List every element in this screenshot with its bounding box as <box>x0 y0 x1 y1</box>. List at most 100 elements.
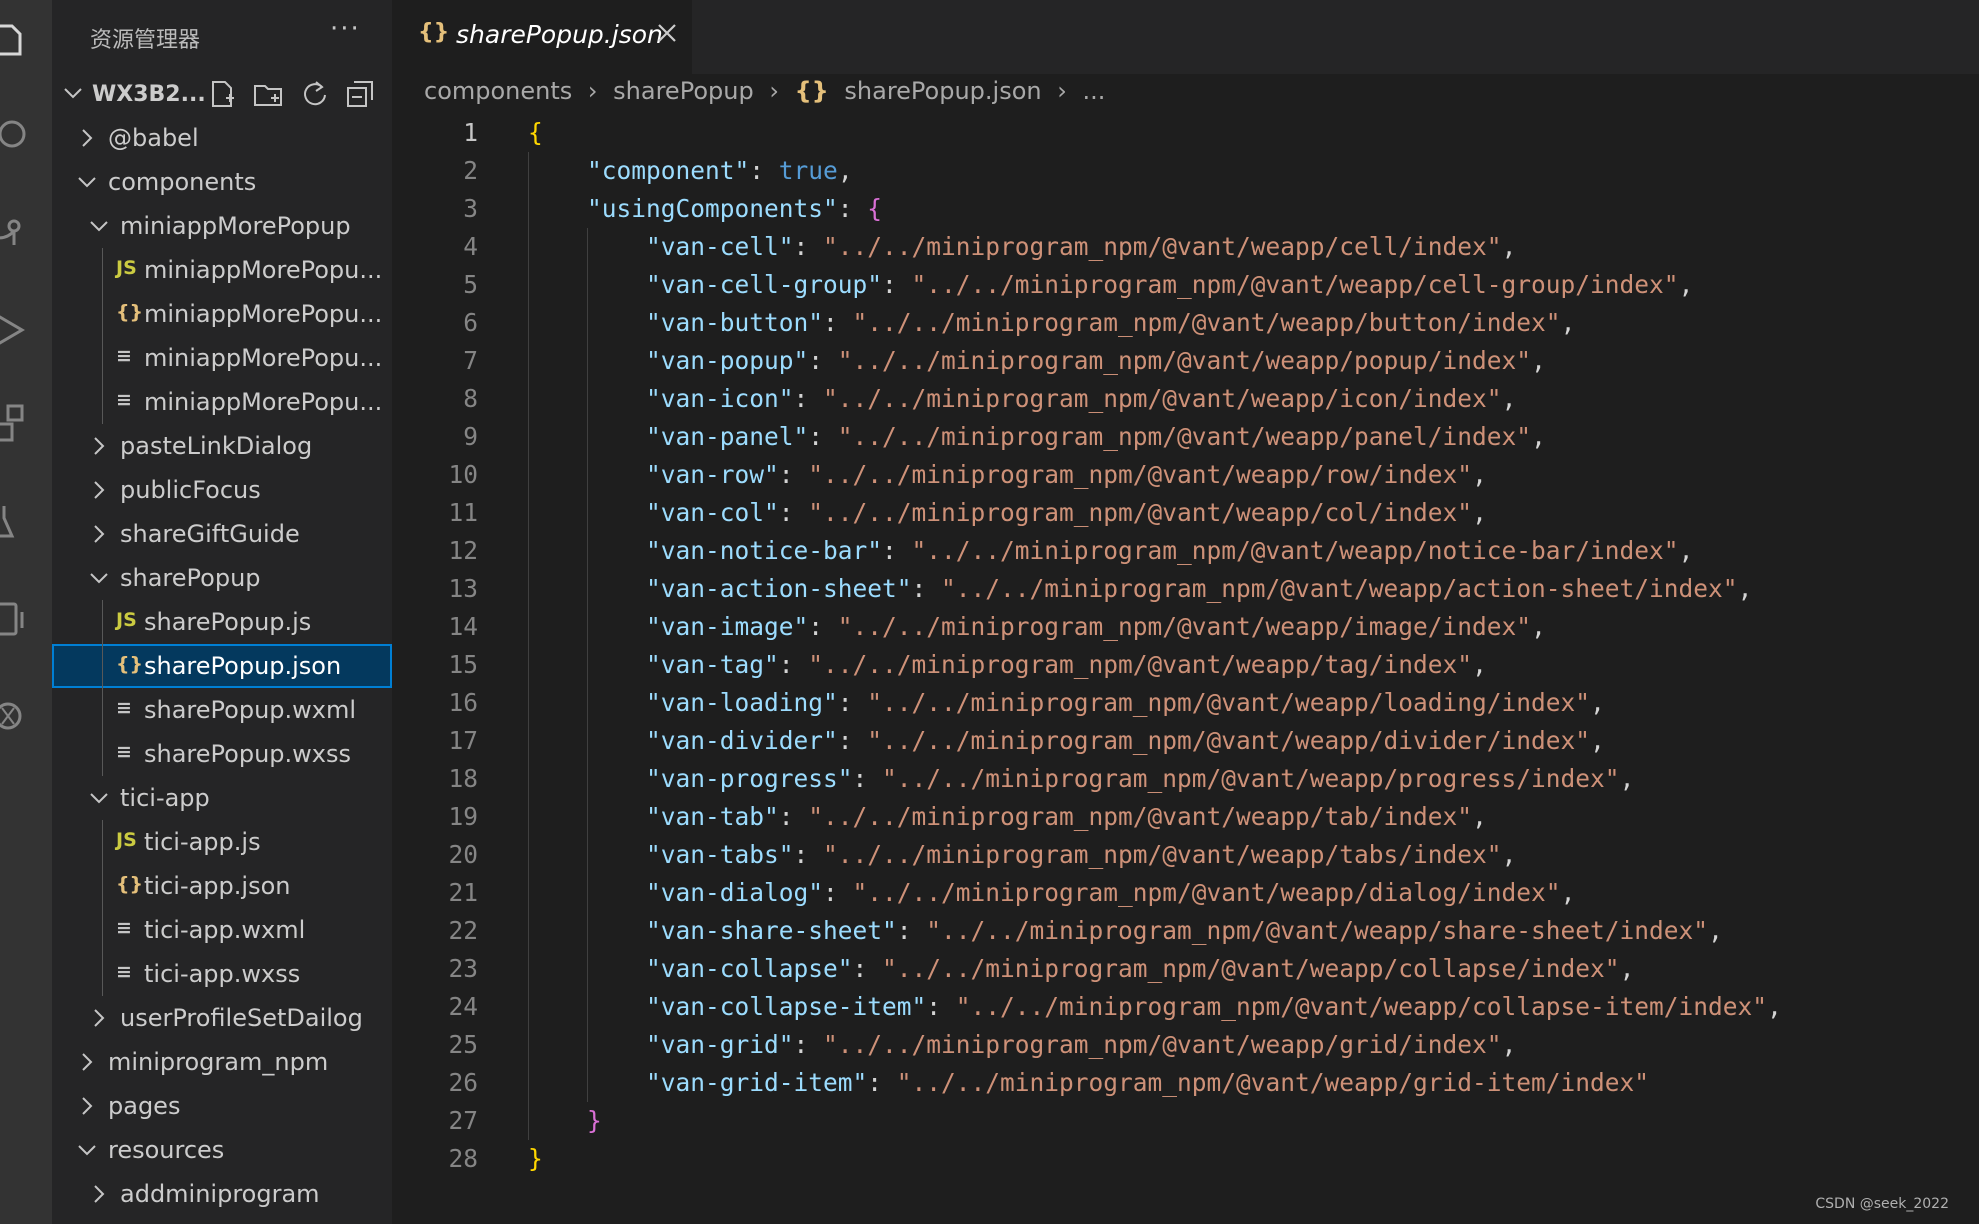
chevron-down-icon[interactable] <box>88 787 110 809</box>
breadcrumb-item-symbol[interactable]: ... <box>1082 77 1105 105</box>
code-line[interactable]: 7 "van-popup": "../../miniprogram_npm/@v… <box>392 342 1979 380</box>
tree-folder[interactable]: resources <box>52 1128 392 1172</box>
chevron-down-icon[interactable] <box>76 1139 98 1161</box>
tree-file[interactable]: ≡ miniappMorePopu... <box>52 336 392 380</box>
chevron-down-icon[interactable] <box>76 171 98 193</box>
code-line[interactable]: 8 "van-icon": "../../miniprogram_npm/@va… <box>392 380 1979 418</box>
refresh-icon[interactable] <box>298 78 330 110</box>
code-text: "van-grid": "../../miniprogram_npm/@vant… <box>646 1030 1517 1059</box>
code-line[interactable]: 15 "van-tag": "../../miniprogram_npm/@va… <box>392 646 1979 684</box>
tree-folder[interactable]: pages <box>52 1084 392 1128</box>
remote-explorer-icon[interactable] <box>0 600 40 640</box>
close-icon[interactable] <box>654 20 680 46</box>
code-text: "usingComponents": { <box>587 194 883 223</box>
tree-file[interactable]: {} sharePopup.json <box>52 644 392 688</box>
chevron-right-icon[interactable] <box>76 1051 98 1073</box>
testing-icon[interactable] <box>0 502 40 542</box>
tree-folder[interactable]: pasteLinkDialog <box>52 424 392 468</box>
tree-folder[interactable]: sharePopup <box>52 556 392 600</box>
tree-folder[interactable]: addminiprogram <box>52 1172 392 1216</box>
tree-file[interactable]: JS tici-app.js <box>52 820 392 864</box>
code-line[interactable]: 17 "van-divider": "../../miniprogram_npm… <box>392 722 1979 760</box>
code-line[interactable]: 3 "usingComponents": { <box>392 190 1979 228</box>
explorer-icon[interactable] <box>0 20 40 60</box>
new-file-icon[interactable] <box>206 78 238 110</box>
code-line[interactable]: 19 "van-tab": "../../miniprogram_npm/@va… <box>392 798 1979 836</box>
tree-file[interactable]: JS miniappMorePopu... <box>52 248 392 292</box>
tree-file[interactable]: ≡ sharePopup.wxml <box>52 688 392 732</box>
code-line[interactable]: 14 "van-image": "../../miniprogram_npm/@… <box>392 608 1979 646</box>
code-line[interactable]: 24 "van-collapse-item": "../../miniprogr… <box>392 988 1979 1026</box>
text-file-icon: ≡ <box>116 961 132 983</box>
chevron-right-icon[interactable] <box>88 435 110 457</box>
chevron-right-icon[interactable] <box>88 479 110 501</box>
chevron-down-icon[interactable] <box>88 215 110 237</box>
extensions-icon[interactable] <box>0 404 40 444</box>
code-line[interactable]: 13 "van-action-sheet": "../../miniprogra… <box>392 570 1979 608</box>
code-line[interactable]: 1{ <box>392 114 1979 152</box>
chevron-down-icon[interactable] <box>62 82 84 104</box>
tree-file[interactable]: JS sharePopup.js <box>52 600 392 644</box>
tree-file[interactable]: {} miniappMorePopu... <box>52 292 392 336</box>
tree-item-label: @babel <box>108 124 199 152</box>
tree-folder[interactable]: shareGiftGuide <box>52 512 392 556</box>
code-editor[interactable]: 1{2 "component": true, 3 "usingComponents… <box>392 114 1979 1178</box>
run-debug-icon[interactable] <box>0 310 40 350</box>
tree-folder[interactable]: publicFocus <box>52 468 392 512</box>
chevron-down-icon[interactable] <box>88 567 110 589</box>
code-line[interactable]: 6 "van-button": "../../miniprogram_npm/@… <box>392 304 1979 342</box>
new-folder-icon[interactable] <box>252 78 284 110</box>
code-line[interactable]: 26 "van-grid-item": "../../miniprogram_n… <box>392 1064 1979 1102</box>
code-line[interactable]: 12 "van-notice-bar": "../../miniprogram_… <box>392 532 1979 570</box>
source-control-icon[interactable] <box>0 212 40 252</box>
code-line[interactable]: 27 } <box>392 1102 1979 1140</box>
code-line[interactable]: 16 "van-loading": "../../miniprogram_npm… <box>392 684 1979 722</box>
tree-file[interactable]: ≡ tici-app.wxss <box>52 952 392 996</box>
ai-assistant-icon[interactable] <box>0 696 40 736</box>
tree-file[interactable]: ≡ tici-app.wxml <box>52 908 392 952</box>
code-line[interactable]: 20 "van-tabs": "../../miniprogram_npm/@v… <box>392 836 1979 874</box>
tree-folder[interactable]: @babel <box>52 116 392 160</box>
chevron-right-icon[interactable] <box>88 523 110 545</box>
code-line[interactable]: 4 "van-cell": "../../miniprogram_npm/@va… <box>392 228 1979 266</box>
tree-folder[interactable]: tici-app <box>52 776 392 820</box>
tree-file[interactable]: ≡ sharePopup.wxss <box>52 732 392 776</box>
tree-item-label: miniappMorePopup <box>120 212 351 240</box>
code-line[interactable]: 2 "component": true, <box>392 152 1979 190</box>
workspace-header[interactable]: WX3B2... <box>52 74 392 116</box>
js-file-icon: JS <box>116 257 137 279</box>
code-line[interactable]: 18 "van-progress": "../../miniprogram_np… <box>392 760 1979 798</box>
breadcrumb-item-components[interactable]: components <box>424 77 572 105</box>
tree-folder[interactable]: miniappMorePopup <box>52 204 392 248</box>
line-number: 17 <box>448 726 478 755</box>
code-line[interactable]: 10 "van-row": "../../miniprogram_npm/@va… <box>392 456 1979 494</box>
code-line[interactable]: 11 "van-col": "../../miniprogram_npm/@va… <box>392 494 1979 532</box>
chevron-right-icon[interactable] <box>88 1007 110 1029</box>
more-actions-icon[interactable]: ··· <box>330 14 361 44</box>
chevron-right-icon[interactable] <box>88 1183 110 1205</box>
tree-file[interactable]: {} tici-app.json <box>52 864 392 908</box>
tree-file[interactable]: ≡ miniappMorePopu... <box>52 380 392 424</box>
search-icon[interactable] <box>0 116 40 156</box>
collapse-all-icon[interactable] <box>344 78 376 110</box>
tree-folder[interactable]: userProfileSetDailog <box>52 996 392 1040</box>
code-line[interactable]: 5 "van-cell-group": "../../miniprogram_n… <box>392 266 1979 304</box>
code-text: "component": true, <box>587 156 853 185</box>
code-line[interactable]: 25 "van-grid": "../../miniprogram_npm/@v… <box>392 1026 1979 1064</box>
breadcrumb-item-file[interactable]: sharePopup.json <box>844 77 1041 105</box>
code-line[interactable]: 23 "van-collapse": "../../miniprogram_np… <box>392 950 1979 988</box>
chevron-right-icon[interactable] <box>76 1095 98 1117</box>
line-number: 25 <box>448 1030 478 1059</box>
tab-sharepopup-json[interactable]: {} sharePopup.json <box>392 0 692 74</box>
tree-folder[interactable]: miniprogram_npm <box>52 1040 392 1084</box>
code-line[interactable]: 28} <box>392 1140 1979 1178</box>
tree-item-label: sharePopup.wxml <box>144 696 357 724</box>
code-line[interactable]: 22 "van-share-sheet": "../../miniprogram… <box>392 912 1979 950</box>
code-text: "van-button": "../../miniprogram_npm/@va… <box>646 308 1576 337</box>
code-text: "van-panel": "../../miniprogram_npm/@van… <box>646 422 1546 451</box>
breadcrumb-item-sharepopup[interactable]: sharePopup <box>613 77 754 105</box>
code-line[interactable]: 21 "van-dialog": "../../miniprogram_npm/… <box>392 874 1979 912</box>
code-line[interactable]: 9 "van-panel": "../../miniprogram_npm/@v… <box>392 418 1979 456</box>
tree-folder[interactable]: components <box>52 160 392 204</box>
chevron-right-icon[interactable] <box>76 127 98 149</box>
